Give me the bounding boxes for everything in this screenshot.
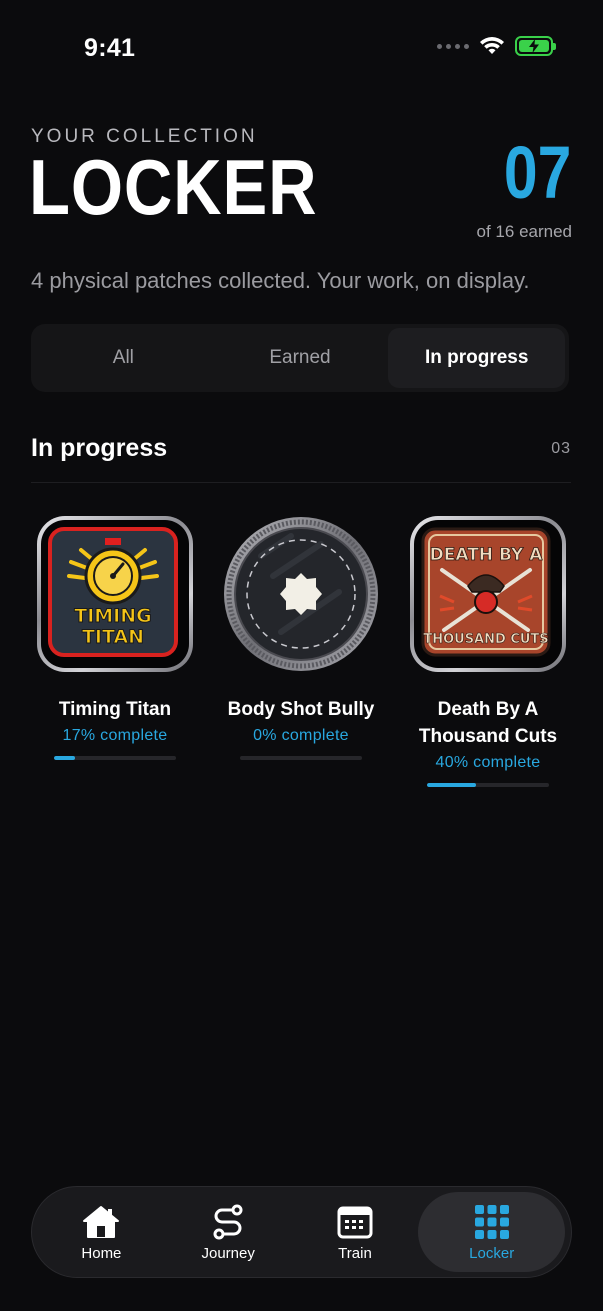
patch-card-body-shot-bully[interactable]: Body Shot Bully 0% complete bbox=[221, 516, 381, 760]
cellular-signal-icon bbox=[437, 43, 469, 49]
calendar-icon bbox=[337, 1206, 373, 1238]
earned-count: 07 bbox=[503, 131, 571, 214]
filter-all[interactable]: All bbox=[35, 328, 212, 388]
section-divider bbox=[31, 482, 571, 483]
battery-icon bbox=[515, 36, 556, 56]
timing-titan-art-line1: TIMING bbox=[74, 605, 152, 627]
patch-name: Timing Titan bbox=[58, 699, 172, 720]
status-icons bbox=[437, 36, 556, 56]
route-icon bbox=[213, 1204, 243, 1239]
patch-card-timing-titan[interactable]: TIMING TITAN Timing Titan 17% complete bbox=[35, 516, 195, 760]
patch-progress-bar bbox=[427, 783, 549, 787]
death-cuts-art-line1: DEATH BY A bbox=[430, 545, 544, 565]
patch-progress-fill bbox=[54, 756, 75, 760]
wifi-icon bbox=[480, 37, 504, 54]
tab-journey-label: Journey bbox=[201, 1244, 255, 1262]
home-icon bbox=[83, 1205, 120, 1238]
tab-home[interactable]: Home bbox=[38, 1192, 165, 1272]
page-title: LOCKER bbox=[29, 143, 318, 231]
patch-card-death-by-a-thousand-cuts[interactable]: DEATH BY A THOUSAND CUTS Death By A Thou… bbox=[408, 516, 568, 787]
patch-name: Body Shot Bully bbox=[227, 699, 375, 720]
status-time: 9:41 bbox=[84, 34, 136, 62]
filter-earned[interactable]: Earned bbox=[212, 328, 389, 388]
bottom-tab-bar: Home Journey Train Locker bbox=[31, 1186, 572, 1278]
patch-progress-text: 17% complete bbox=[62, 727, 168, 744]
death-by-a-thousand-cuts-patch: DEATH BY A THOUSAND CUTS bbox=[410, 516, 566, 672]
patch-progress-text: 0% complete bbox=[253, 727, 349, 744]
tab-train-label: Train bbox=[338, 1244, 372, 1262]
earned-total: of 16 earned bbox=[476, 222, 572, 241]
filter-in-progress[interactable]: In progress bbox=[388, 328, 566, 388]
tab-journey[interactable]: Journey bbox=[165, 1192, 292, 1272]
patch-progress-text: 40% complete bbox=[435, 754, 541, 771]
patch-name: Death By A Thousand Cuts bbox=[418, 699, 558, 747]
locked-patch-coin bbox=[224, 517, 378, 671]
section-count: 03 bbox=[551, 440, 571, 457]
tab-locker[interactable]: Locker bbox=[418, 1192, 565, 1272]
timing-titan-art-line2: TITAN bbox=[82, 626, 144, 648]
death-cuts-art-line2: THOUSAND CUTS bbox=[423, 632, 548, 647]
patch-progress-bar bbox=[240, 756, 362, 760]
stopwatch-patch-art: TIMING TITAN bbox=[48, 527, 178, 657]
patch-progress-fill bbox=[427, 783, 476, 787]
samurai-patch-art: DEATH BY A THOUSAND CUTS bbox=[421, 527, 551, 657]
collection-subtitle: 4 physical patches collected. Your work,… bbox=[31, 268, 530, 293]
tab-home-label: Home bbox=[81, 1244, 122, 1262]
filter-segmented-control: All Earned In progress bbox=[31, 324, 569, 392]
timing-titan-patch: TIMING TITAN bbox=[37, 516, 193, 672]
grid-icon bbox=[474, 1204, 509, 1239]
patch-progress-bar bbox=[54, 756, 176, 760]
tab-train[interactable]: Train bbox=[292, 1192, 419, 1272]
section-title: In progress bbox=[31, 434, 168, 462]
tab-locker-label: Locker bbox=[469, 1244, 515, 1262]
screen: 9:41 YOUR COLLECTION LOCKER 07 of 16 ear… bbox=[0, 0, 603, 1311]
